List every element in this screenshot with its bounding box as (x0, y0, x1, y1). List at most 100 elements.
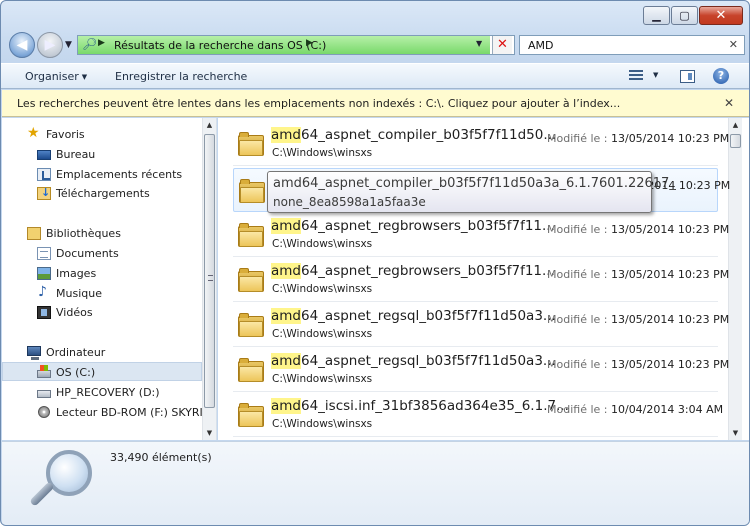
sidebar-item-label: Favoris (46, 128, 85, 141)
clear-search-icon[interactable]: ✕ (729, 38, 738, 51)
folder-icon (238, 403, 264, 427)
sidebar-item-pictures[interactable]: Images (2, 264, 202, 283)
result-row[interactable]: amd64_aspnet_regsql_b03f5f7f11d50a3... C:… (233, 303, 729, 347)
sidebar-item-label: Bibliothèques (46, 227, 121, 240)
tooltip-line: none_8ea8598a1a5faa3e (273, 195, 426, 209)
help-icon[interactable]: ? (713, 68, 729, 84)
stop-search-button[interactable]: ✕ (492, 36, 512, 54)
folder-icon (239, 179, 265, 203)
results-scrollbar[interactable]: ▲ ▼ (728, 118, 742, 440)
minimize-button[interactable]: ▁ (643, 6, 670, 25)
recent-places-icon (37, 168, 51, 181)
result-path: C:\Windows\winsxs (272, 147, 373, 159)
breadcrumb-chevron-icon[interactable]: ▶ (306, 38, 313, 48)
sidebar-item-label: Vidéos (56, 306, 93, 319)
folder-icon (238, 358, 264, 382)
recent-pages-dropdown[interactable]: ▼ (65, 40, 72, 50)
scroll-down-icon[interactable]: ▼ (203, 426, 216, 440)
sidebar-item-computer[interactable]: Ordinateur (2, 343, 202, 362)
maximize-icon: ▢ (679, 9, 690, 22)
close-icon: ✕ (715, 8, 727, 23)
search-term-highlight: amd (271, 398, 301, 414)
breadcrumb-search-results[interactable]: Résultats de la recherche dans OS (C:) (114, 39, 326, 52)
address-dropdown-icon[interactable]: ▼ (476, 39, 482, 48)
drive-icon (37, 390, 51, 398)
computer-icon (27, 346, 41, 360)
scrollbar-thumb[interactable] (204, 134, 215, 408)
sidebar-item-desktop[interactable]: Bureau (2, 145, 202, 164)
grip-icon (208, 275, 213, 281)
search-term-highlight: amd (271, 353, 301, 369)
sidebar-item-downloads[interactable]: Téléchargements (2, 184, 202, 203)
result-name: amd64_aspnet_regsql_b03f5f7f11d50a3... (271, 308, 556, 324)
views-dropdown-icon[interactable]: ▼ (653, 71, 658, 79)
result-name: amd64_aspnet_compiler_b03f5f7f11d50... (271, 127, 556, 143)
result-row[interactable]: amd64_aspnet_regbrowsers_b03f5f7f11... C:… (233, 258, 729, 302)
sidebar-item-bd-rom[interactable]: Lecteur BD-ROM (F:) SKYRIM (2, 403, 202, 422)
scroll-up-icon[interactable]: ▲ (729, 118, 742, 132)
sidebar-item-recent-places[interactable]: Emplacements récents (2, 165, 202, 184)
music-icon: ♪ (38, 284, 47, 300)
modified-key: Modifié le : (547, 313, 608, 326)
result-modified: Modifié le : 13/05/2014 10:23 PM (547, 223, 729, 236)
modified-value: 10/04/2014 3:04 AM (610, 403, 724, 416)
result-name: amd64_iscsi.inf_31bf3856ad364e35_6.1.7..… (271, 398, 569, 414)
info-bar-message[interactable]: Les recherches peuvent être lentes dans … (17, 97, 620, 110)
result-path: C:\Windows\winsxs (272, 373, 373, 385)
breadcrumb-separator-icon[interactable]: ▶ (98, 38, 105, 48)
sidebar-item-libraries[interactable]: Bibliothèques (2, 224, 202, 243)
scrollbar-thumb[interactable] (730, 134, 741, 148)
pictures-icon (37, 267, 51, 280)
search-term-highlight: amd (271, 308, 301, 324)
result-modified: Modifié le : 13/05/2014 10:23 PM (547, 313, 729, 326)
libraries-icon (27, 227, 41, 240)
scroll-up-icon[interactable]: ▲ (203, 118, 216, 132)
videos-icon (37, 306, 51, 319)
explorer-window: ▁ ▢ ✕ ◀ ▶ ▼ 🔎︎ ▶ Résultats de la recherc… (0, 0, 750, 526)
search-results-icon: 🔎︎ (82, 37, 98, 51)
address-bar[interactable]: 🔎︎ ▶ Résultats de la recherche dans OS (… (77, 35, 515, 55)
preview-pane-icon[interactable] (680, 70, 695, 83)
search-term-highlight: amd (271, 218, 301, 234)
result-row[interactable]: amd64_iscsi.inf_31bf3856ad364e35_6.1.7..… (233, 393, 723, 437)
search-input[interactable]: AMD ✕ (519, 35, 745, 55)
result-row[interactable]: amd64_aspnet_compiler_b03f5f7f11d50... C:… (233, 122, 729, 166)
modified-key: Modifié le : (547, 403, 608, 416)
downloads-icon (37, 186, 51, 200)
result-row[interactable]: amd64_aspnet_regsql_b03f5f7f11d50a3... C:… (233, 348, 729, 392)
back-arrow-icon: ◀ (16, 37, 28, 53)
modified-value: 13/05/2014 10:23 PM (610, 132, 730, 145)
sidebar-item-documents[interactable]: Documents (2, 244, 202, 263)
navigation-bar: ◀ ▶ ▼ 🔎︎ ▶ Résultats de la recherche dan… (9, 32, 745, 58)
save-search-button[interactable]: Enregistrer la recherche (115, 70, 247, 83)
views-icon[interactable] (629, 70, 643, 82)
index-info-bar[interactable]: Les recherches peuvent être lentes dans … (2, 90, 749, 117)
sidebar-item-label: Lecteur BD-ROM (F:) SKYRIM (56, 406, 202, 419)
organize-button[interactable]: Organiser ▼ (25, 70, 87, 83)
navigation-pane-scrollbar[interactable]: ▲ ▼ (202, 118, 216, 440)
sidebar-item-os-drive[interactable]: OS (C:) (2, 362, 202, 381)
bd-rom-icon (38, 406, 50, 418)
modified-value: 13/05/2014 10:23 PM (610, 358, 730, 371)
sidebar-item-favorites[interactable]: ★ Favoris (2, 125, 202, 144)
sidebar-item-label: Téléchargements (56, 187, 150, 200)
sidebar-item-recovery-drive[interactable]: HP_RECOVERY (D:) (2, 383, 202, 402)
result-path: C:\Windows\winsxs (272, 283, 373, 295)
result-modified: Modifié le : 13/05/2014 10:23 PM (547, 132, 729, 145)
star-icon: ★ (27, 125, 40, 141)
result-row[interactable]: amd64_aspnet_regbrowsers_b03f5f7f11... C:… (233, 213, 729, 257)
desktop-icon (37, 150, 51, 160)
maximize-button[interactable]: ▢ (671, 6, 698, 25)
back-button[interactable]: ◀ (9, 32, 35, 58)
modified-value: 13/05/2014 10:23 PM (610, 268, 730, 281)
folder-icon (238, 223, 264, 247)
sidebar-item-label: Musique (56, 287, 102, 300)
scroll-down-icon[interactable]: ▼ (729, 426, 742, 440)
sidebar-item-videos[interactable]: Vidéos (2, 303, 202, 322)
search-results-list: ▲ ▼ amd64_aspnet_compiler_b03f5f7f11d50.… (218, 118, 749, 440)
forward-arrow-icon: ▶ (44, 37, 56, 53)
sidebar-item-music[interactable]: ♪ Musique (2, 284, 202, 303)
close-button[interactable]: ✕ (699, 6, 743, 25)
close-info-bar-icon[interactable]: ✕ (724, 96, 734, 110)
forward-button[interactable]: ▶ (37, 32, 63, 58)
